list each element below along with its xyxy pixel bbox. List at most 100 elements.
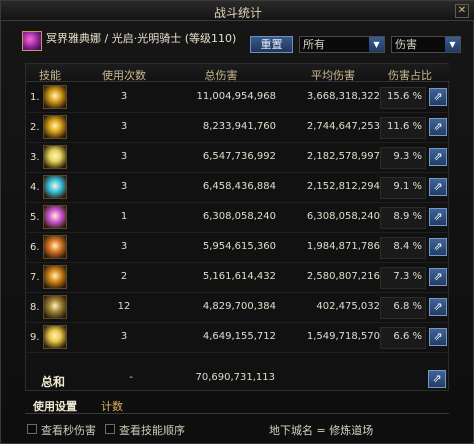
- table-row: 9. 3 4,649,155,712 1,549,718,570 6.6 % ⇗: [26, 323, 450, 353]
- reset-button[interactable]: 重置: [250, 36, 293, 53]
- row-share: 6.6 %: [393, 331, 422, 342]
- share-arrow-icon[interactable]: ⇗: [429, 148, 447, 166]
- skill-icon: [43, 145, 67, 169]
- close-icon[interactable]: ✕: [455, 4, 469, 18]
- footer: 查看秒伤害 查看技能顺序 地下城名 = 修炼道场: [1, 419, 474, 443]
- row-uses: 2: [120, 271, 128, 282]
- row-total-damage: 4,649,155,712: [202, 331, 276, 342]
- row-total-damage: 11,004,954,968: [196, 91, 276, 102]
- dungeon-name: 地下城名 = 修炼道场: [269, 424, 374, 437]
- header-skill: 技能: [39, 69, 61, 82]
- row-share: 9.3 %: [393, 151, 422, 162]
- row-share: 6.8 %: [393, 301, 422, 312]
- row-rank: 9.: [30, 332, 40, 343]
- skill-icon: [43, 85, 67, 109]
- table-row: 6. 3 5,954,615,360 1,984,871,786 8.4 % ⇗: [26, 233, 450, 263]
- row-uses: 3: [120, 151, 128, 162]
- row-uses: 1: [120, 211, 128, 222]
- row-total-damage: 6,458,436,884: [202, 181, 276, 192]
- table-row: 1. 3 11,004,954,968 3,668,318,322 15.6 %…: [26, 83, 450, 113]
- row-rank: 3.: [30, 152, 40, 163]
- table-row: 8. 12 4,829,700,384 402,475,032 6.8 % ⇗: [26, 293, 450, 323]
- total-label: 总和: [41, 375, 66, 389]
- row-avg-damage: 2,744,647,253: [306, 121, 380, 132]
- row-rank: 6.: [30, 242, 40, 253]
- chevron-down-icon[interactable]: ▼: [445, 37, 460, 52]
- character-avatar: [22, 31, 42, 51]
- tab-bar: 使用设置 计数: [25, 396, 449, 414]
- header-share: 伤害占比: [388, 69, 432, 82]
- share-arrow-icon[interactable]: ⇗: [429, 178, 447, 196]
- row-uses: 3: [120, 331, 128, 342]
- row-total-damage: 5,161,614,432: [202, 271, 276, 282]
- share-arrow-icon[interactable]: ⇗: [429, 238, 447, 256]
- row-rank: 1.: [30, 92, 40, 103]
- row-rank: 8.: [30, 302, 40, 313]
- total-damage: 70,690,731,113: [195, 372, 275, 383]
- row-avg-damage: 2,580,807,216: [306, 271, 380, 282]
- checkbox-dps[interactable]: [27, 424, 37, 434]
- total-uses: -: [129, 372, 133, 383]
- row-share: 8.4 %: [393, 241, 422, 252]
- table-row: 2. 3 8,233,941,760 2,744,647,253 11.6 % …: [26, 113, 450, 143]
- share-arrow-icon[interactable]: ⇗: [429, 298, 447, 316]
- table-row: 4. 3 6,458,436,884 2,152,812,294 9.1 % ⇗: [26, 173, 450, 203]
- row-total-damage: 4,829,700,384: [202, 301, 276, 312]
- row-avg-damage: 2,182,578,997: [306, 151, 380, 162]
- skill-icon: [43, 115, 67, 139]
- skill-icon: [43, 325, 67, 349]
- checkbox-dps-label[interactable]: 查看秒伤害: [41, 422, 96, 438]
- skill-icon: [43, 295, 67, 319]
- filter-select-value: 所有: [303, 38, 325, 51]
- row-avg-damage: 1,549,718,570: [306, 331, 380, 342]
- battle-stats-window: 战斗统计 ✕ 冥界雅典娜 / 光启·光明骑士 (等级110) 重置 所有 ▼ 伤…: [0, 0, 474, 444]
- row-total-damage: 6,308,058,240: [202, 211, 276, 222]
- row-uses: 3: [120, 181, 128, 192]
- row-rank: 2.: [30, 122, 40, 133]
- row-avg-damage: 3,668,318,322: [306, 91, 380, 102]
- row-share: 11.6 %: [387, 121, 422, 132]
- filter-select[interactable]: 所有 ▼: [299, 36, 385, 53]
- skill-icon: [43, 235, 67, 259]
- table-row: 3. 3 6,547,736,992 2,182,578,997 9.3 % ⇗: [26, 143, 450, 173]
- row-uses: 3: [120, 241, 128, 252]
- share-arrow-icon[interactable]: ⇗: [429, 208, 447, 226]
- row-share: 15.6 %: [387, 91, 422, 102]
- row-uses: 3: [120, 121, 128, 132]
- total-row: 总和 - 70,690,731,113 ⇗: [25, 367, 449, 391]
- row-share: 8.9 %: [393, 211, 422, 222]
- title-bar[interactable]: 战斗统计 ✕: [1, 1, 474, 21]
- row-avg-damage: 1,984,871,786: [306, 241, 380, 252]
- row-rank: 5.: [30, 212, 40, 223]
- row-avg-damage: 2,152,812,294: [306, 181, 380, 192]
- header-uses: 使用次数: [102, 69, 146, 82]
- type-select-value: 伤害: [395, 38, 417, 51]
- row-avg-damage: 402,475,032: [316, 301, 380, 312]
- row-rank: 4.: [30, 182, 40, 193]
- type-select[interactable]: 伤害 ▼: [391, 36, 461, 53]
- tab-timer[interactable]: 计数: [101, 398, 123, 414]
- row-total-damage: 5,954,615,360: [202, 241, 276, 252]
- skill-icon: [43, 175, 67, 199]
- row-uses: 3: [120, 91, 128, 102]
- chevron-down-icon[interactable]: ▼: [369, 37, 384, 52]
- tab-settings[interactable]: 使用设置: [33, 398, 77, 414]
- share-arrow-icon[interactable]: ⇗: [429, 88, 447, 106]
- table-row: 5. 1 6,308,058,240 6,308,058,240 8.9 % ⇗: [26, 203, 450, 233]
- header-total: 总伤害: [204, 69, 238, 82]
- share-arrow-icon[interactable]: ⇗: [428, 370, 446, 388]
- checkbox-order-label[interactable]: 查看技能顺序: [119, 422, 185, 438]
- skill-icon: [43, 265, 67, 289]
- share-arrow-icon[interactable]: ⇗: [429, 268, 447, 286]
- row-total-damage: 8,233,941,760: [202, 121, 276, 132]
- window-title: 战斗统计: [213, 6, 262, 20]
- row-share: 9.1 %: [393, 181, 422, 192]
- table-header: 技能 使用次数 总伤害 平均伤害 伤害占比: [26, 64, 450, 82]
- row-rank: 7.: [30, 272, 40, 283]
- row-total-damage: 6,547,736,992: [202, 151, 276, 162]
- damage-table: 技能 使用次数 总伤害 平均伤害 伤害占比 1. 3 11,004,954,96…: [25, 63, 450, 391]
- share-arrow-icon[interactable]: ⇗: [429, 328, 447, 346]
- checkbox-order[interactable]: [105, 424, 115, 434]
- share-arrow-icon[interactable]: ⇗: [429, 118, 447, 136]
- header-avg: 平均伤害: [311, 69, 355, 82]
